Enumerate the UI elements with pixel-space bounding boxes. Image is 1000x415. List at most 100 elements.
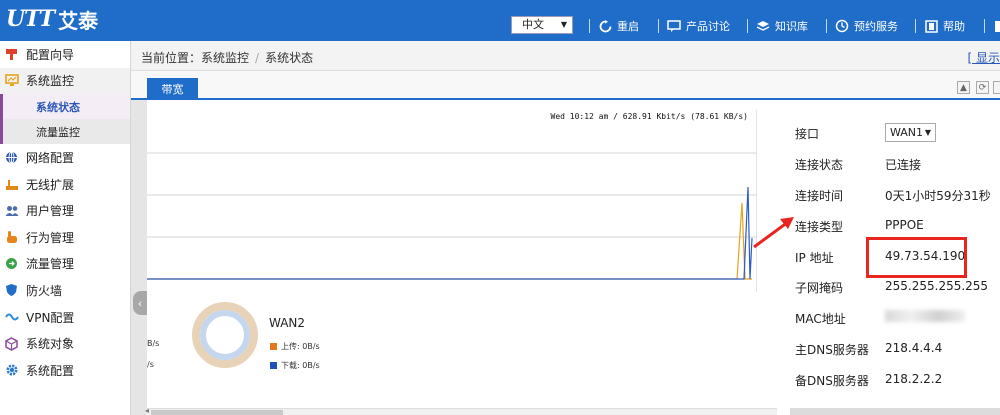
info-key: MAC地址 <box>795 312 846 327</box>
nav-knowledge-base[interactable]: 知识库 <box>747 16 808 36</box>
brand-mark: UTT <box>6 6 55 32</box>
nav-label: 重启 <box>617 20 639 33</box>
sidebar-item-label: 网络配置 <box>26 150 75 165</box>
language-select[interactable]: 中文 ▼ <box>511 16 573 34</box>
download-series <box>147 186 753 280</box>
nav-label: 产品讨论 <box>686 20 730 33</box>
nav-discussion[interactable]: 产品讨论 <box>658 16 730 36</box>
wan-name: WAN2 <box>269 316 306 330</box>
sidebar-item-label: 无线扩展 <box>26 177 75 192</box>
upload-series <box>147 202 752 280</box>
nav-appointment[interactable]: 预约服务 <box>826 16 898 36</box>
info-key: IP 地址 <box>795 250 834 265</box>
info-row: 主DNS服务器 218.4.4.4 <box>795 334 1000 365</box>
language-value: 中文 <box>522 18 544 31</box>
info-key: 子网掩码 <box>795 281 844 296</box>
monitor-icon <box>4 73 19 88</box>
info-key: 连接类型 <box>795 219 844 234</box>
info-key: 接口 <box>795 127 820 141</box>
redaction-blur <box>885 310 965 323</box>
sidebar-item-objects[interactable]: 系统对象 <box>0 330 130 357</box>
brand-name: 艾泰 <box>58 8 99 33</box>
top-bar: UTT 艾泰 中文 ▼ 重启 产品讨论 知识库 预约服务 帮助 <box>0 0 1000 41</box>
nav-divider <box>915 19 916 33</box>
sidebar-subitem-system-status[interactable]: 系统状态 <box>0 94 130 120</box>
breadcrumb-item: 系统状态 <box>265 51 314 65</box>
nav-label: 帮助 <box>943 20 965 33</box>
appointment-icon <box>835 19 849 33</box>
info-row-interface: 接口 WAN1 ▼ <box>795 118 1000 149</box>
nav-more[interactable] <box>984 16 1000 36</box>
info-value: 0天1小时59分31秒 <box>885 188 991 203</box>
sidebar-item-label: 防火墙 <box>26 283 63 298</box>
traffic-icon <box>4 256 19 271</box>
ip-highlight-box <box>866 237 967 278</box>
info-scrollbar[interactable] <box>790 408 1000 415</box>
breadcrumb: 当前位置：系统监控 / 系统状态 <box>141 49 313 66</box>
system-config-icon <box>4 363 19 378</box>
red-arrow-icon <box>753 217 794 249</box>
rate-axis-label: B/s <box>147 339 160 348</box>
scrollbar-thumb[interactable] <box>151 410 283 415</box>
download-swatch <box>270 362 277 369</box>
nav-restart[interactable]: 重启 <box>589 16 639 36</box>
interface-value: WAN1 <box>890 126 924 139</box>
info-value: 255.255.255.255 <box>885 279 989 294</box>
sidebar-subitem-label: 系统状态 <box>36 100 80 114</box>
download-legend: 下载: 0B/s <box>270 360 320 371</box>
sidebar-item-label: 系统监控 <box>26 74 75 89</box>
breadcrumb-item[interactable]: 系统监控 <box>201 51 249 65</box>
sidebar-item-label: 系统配置 <box>26 363 75 378</box>
info-row: 连接状态 已连接 <box>795 149 1000 180</box>
rate-axis-label: /s <box>147 360 154 369</box>
nav-divider <box>826 19 827 33</box>
collapse-panel-icon[interactable]: ▲ <box>957 81 970 94</box>
nav-divider <box>984 19 985 33</box>
collapse-sidebar-icon[interactable]: ‹ <box>133 291 147 315</box>
mac-address-redacted <box>885 310 965 325</box>
info-row: 连接时间 0天1小时59分31秒 <box>795 180 1000 211</box>
info-value: PPPOE <box>885 217 924 232</box>
sidebar-item-wizard[interactable]: 配置向导 <box>0 41 130 68</box>
close-panel-icon[interactable] <box>993 81 1000 94</box>
nav-divider <box>658 19 659 33</box>
sidebar-item-network[interactable]: 网络配置 <box>0 144 130 171</box>
info-row: MAC地址 <box>795 303 1000 334</box>
info-value: 已连接 <box>885 157 922 172</box>
nav-divider <box>589 19 590 33</box>
interface-select[interactable]: WAN1 ▼ <box>885 123 936 142</box>
display-link[interactable]: [ 显示 <box>968 49 1000 66</box>
upload-label: 上传: 0B/s <box>281 342 320 351</box>
behavior-icon <box>4 230 19 245</box>
network-icon <box>4 150 19 165</box>
refresh-icon[interactable]: ⟳ <box>976 81 989 94</box>
tab-strip: 带宽 ▲ ⟳ <box>131 71 1000 100</box>
knowledge-base-icon <box>756 19 770 33</box>
wan-donut-chart <box>192 302 258 368</box>
sidebar-item-vpn[interactable]: VPN配置 <box>0 304 130 331</box>
nav-label: 知识库 <box>775 20 808 33</box>
info-key: 连接时间 <box>795 188 844 203</box>
nav-help[interactable]: 帮助 <box>915 16 965 36</box>
help-icon <box>924 19 938 33</box>
horizontal-scrollbar[interactable]: ◂ <box>145 406 777 415</box>
sidebar-item-label: 行为管理 <box>26 230 75 245</box>
scroll-left-icon[interactable]: ◂ <box>145 406 149 415</box>
sidebar-subitem-traffic-monitor[interactable]: 流量监控 <box>0 119 130 145</box>
sidebar-subitem-label: 流量监控 <box>36 125 80 139</box>
restart-icon <box>598 19 612 33</box>
sidebar-item-users[interactable]: 用户管理 <box>0 197 130 224</box>
sidebar-item-behavior[interactable]: 行为管理 <box>0 224 130 251</box>
tab-bandwidth[interactable]: 带宽 <box>147 78 198 100</box>
sidebar-item-firewall[interactable]: 防火墙 <box>0 277 130 304</box>
sidebar-item-monitor[interactable]: 系统监控 <box>0 67 130 95</box>
objects-icon <box>4 336 19 351</box>
sidebar-item-system-config[interactable]: 系统配置 <box>0 357 130 384</box>
firewall-icon <box>4 283 19 298</box>
sidebar-item-wireless[interactable]: 无线扩展 <box>0 171 130 198</box>
chevron-down-icon: ▼ <box>924 128 931 137</box>
sidebar-item-traffic[interactable]: 流量管理 <box>0 251 130 278</box>
info-key: 备DNS服务器 <box>795 374 869 389</box>
bandwidth-graph: Wed 10:12 am / 628.91 Kbit/s (78.61 KB/s… <box>147 110 757 292</box>
wireless-icon <box>4 177 19 192</box>
